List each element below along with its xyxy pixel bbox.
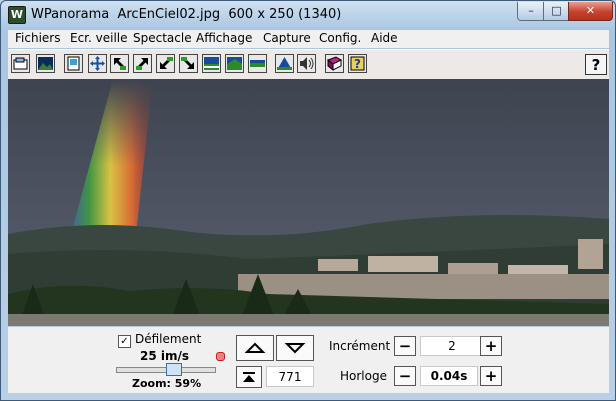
app-icon[interactable]: W (8, 6, 26, 24)
triangle-down-icon (284, 343, 306, 354)
landscape-2-icon[interactable] (225, 54, 244, 73)
triangle-up-icon (244, 342, 266, 353)
app-window: W WPanorama ArcEnCiel02.jpg 600 x 250 (1… (0, 0, 616, 401)
minimize-button[interactable]: – (517, 2, 545, 21)
title-bar: W WPanorama ArcEnCiel02.jpg 600 x 250 (1… (1, 1, 615, 29)
speaker-icon[interactable] (297, 54, 316, 73)
image-icon[interactable] (36, 54, 55, 73)
mountain-icon[interactable] (275, 54, 294, 73)
increment-plus-button[interactable]: + (480, 336, 502, 356)
panorama-view[interactable] (8, 79, 609, 326)
flat-icon[interactable] (248, 54, 267, 73)
scroll-up-button[interactable] (236, 335, 274, 361)
svg-text:?: ? (354, 57, 361, 71)
scroll-down-button[interactable] (276, 335, 314, 361)
menu-fichiers[interactable]: Fichiers (15, 31, 60, 45)
toolbar: ? ? (8, 49, 609, 79)
arrow-se-icon[interactable] (179, 54, 198, 73)
close-button[interactable]: ✕ (568, 2, 613, 21)
horloge-field[interactable]: 0.04s (420, 366, 478, 386)
increment-minus-button[interactable]: − (394, 336, 416, 356)
help-book-icon[interactable]: ? (348, 54, 367, 73)
increment-field[interactable]: 2 (420, 336, 484, 356)
horloge-minus-button[interactable]: − (394, 366, 416, 386)
move-icon[interactable] (88, 54, 107, 73)
speed-value: 25 im/s (140, 349, 190, 363)
book-icon[interactable] (325, 54, 344, 73)
menu-ecr-veille[interactable]: Ecr. veille (70, 31, 128, 45)
defilement-label: Défilement (135, 332, 202, 346)
menu-aide[interactable]: Aide (371, 31, 398, 45)
menu-capture[interactable]: Capture (263, 31, 311, 45)
go-top-button[interactable] (236, 366, 262, 388)
horloge-plus-button[interactable]: + (480, 366, 502, 386)
menu-config[interactable]: Config. (319, 31, 361, 45)
landscape-icon[interactable] (202, 54, 221, 73)
defilement-checkbox[interactable]: ✓ (118, 335, 131, 348)
control-panel: ✓ Défilement 25 im/s Zoom: 59% 771 Incré… (8, 327, 609, 393)
menu-bar: Fichiers Ecr. veille Spectacle Affichage… (8, 30, 609, 48)
increment-label: Incrément (329, 339, 391, 353)
help-button[interactable]: ? (585, 54, 607, 75)
arrow-nw-icon[interactable] (110, 54, 129, 73)
rainbow-photo (8, 79, 609, 326)
speed-icon (216, 352, 225, 361)
go-top-icon (243, 372, 255, 382)
arrow-ne-icon[interactable] (133, 54, 152, 73)
maximize-button[interactable]: □ (543, 2, 570, 21)
horloge-label: Horloge (340, 369, 387, 383)
position-value: 771 (266, 366, 314, 387)
zoom-value: Zoom: 59% (132, 377, 202, 390)
arrow-sw-icon[interactable] (156, 54, 175, 73)
open-icon[interactable] (11, 54, 30, 73)
window-title: WPanorama ArcEnCiel02.jpg 600 x 250 (134… (31, 7, 342, 22)
zoom-slider-thumb[interactable] (165, 363, 182, 376)
menu-spectacle[interactable]: Spectacle (133, 31, 192, 45)
page-icon[interactable] (64, 54, 83, 73)
menu-affichage[interactable]: Affichage (196, 31, 252, 45)
